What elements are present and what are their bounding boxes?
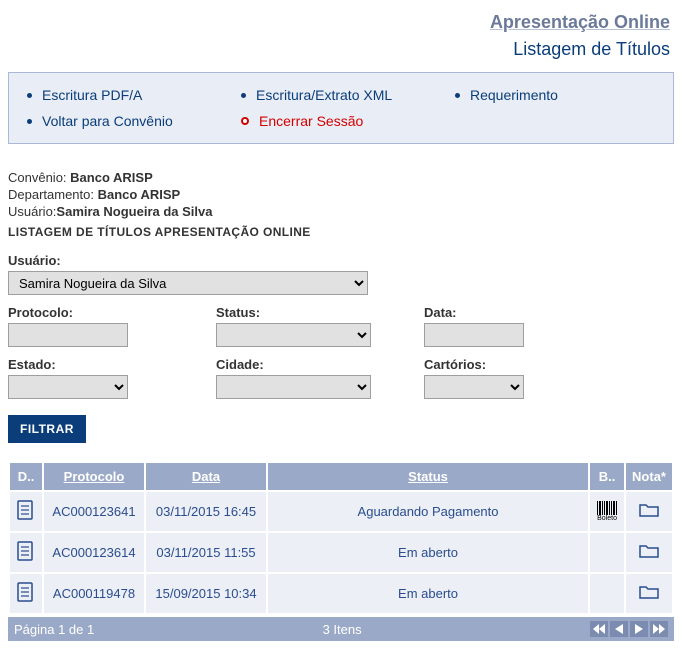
cidade-label: Cidade: <box>216 357 416 372</box>
usuario-label: Usuário: <box>8 253 416 268</box>
info-convenio: Convênio: Banco ARISP <box>8 170 674 185</box>
last-icon <box>653 624 665 634</box>
menu-item-requerimento[interactable]: Requerimento <box>455 87 659 103</box>
folder-icon[interactable] <box>639 584 659 600</box>
cell-data: 15/09/2015 10:34 <box>146 574 266 613</box>
col-data[interactable]: Data <box>146 463 266 490</box>
folder-icon[interactable] <box>639 502 659 518</box>
document-icon[interactable] <box>17 582 35 602</box>
pager-last-button[interactable] <box>650 621 668 637</box>
protocolo-input[interactable] <box>8 323 128 347</box>
menu-item-encerrar[interactable]: Encerrar Sessão <box>241 113 445 129</box>
estado-select[interactable] <box>8 375 128 399</box>
page-subtitle: Listagem de Títulos <box>8 39 670 60</box>
data-label: Data: <box>424 305 624 320</box>
label: Convênio: <box>8 170 70 185</box>
table-row: AC00012361403/11/2015 11:55Em aberto <box>10 533 672 572</box>
cell-data: 03/11/2015 16:45 <box>146 492 266 531</box>
prev-icon <box>615 624 623 634</box>
col-doc[interactable]: D.. <box>10 463 42 490</box>
cell-protocolo: AC000123614 <box>44 533 144 572</box>
status-select[interactable] <box>216 323 371 347</box>
estado-label: Estado: <box>8 357 208 372</box>
cartorios-label: Cartórios: <box>424 357 624 372</box>
pager-count-text: 3 Itens <box>323 622 362 637</box>
label: Departamento: <box>8 187 98 202</box>
protocolo-label: Protocolo: <box>8 305 208 320</box>
menu-item-voltar[interactable]: Voltar para Convênio <box>27 113 231 129</box>
results-table: D.. Protocolo Data Status B.. Nota* AC00… <box>8 461 674 615</box>
bullet-icon <box>455 93 460 98</box>
table-row: AC00012364103/11/2015 16:45Aguardando Pa… <box>10 492 672 531</box>
col-protocolo[interactable]: Protocolo <box>44 463 144 490</box>
menu-link[interactable]: Requerimento <box>470 87 558 103</box>
folder-icon[interactable] <box>639 543 659 559</box>
pager: Página 1 de 1 3 Itens <box>8 617 674 641</box>
status-label: Status: <box>216 305 416 320</box>
first-icon <box>593 624 605 634</box>
menu-link[interactable]: Escritura/Extrato XML <box>256 87 392 103</box>
boleto-label: Boleto <box>597 515 617 522</box>
value: Banco ARISP <box>70 170 153 185</box>
document-icon[interactable] <box>17 541 35 561</box>
cell-protocolo: AC000123641 <box>44 492 144 531</box>
pager-prev-button[interactable] <box>610 621 628 637</box>
bullet-icon <box>241 93 246 98</box>
col-nota[interactable]: Nota* <box>626 463 672 490</box>
filter-button[interactable]: FILTRAR <box>8 415 86 443</box>
main-menu: Escritura PDF/A Escritura/Extrato XML Re… <box>8 72 674 144</box>
cell-status: Em aberto <box>268 533 588 572</box>
value: Banco ARISP <box>98 187 181 202</box>
menu-item-escritura-xml[interactable]: Escritura/Extrato XML <box>241 87 445 103</box>
cartorios-select[interactable] <box>424 375 524 399</box>
bullet-icon <box>27 119 32 124</box>
filters: Usuário: Samira Nogueira da Silva Protoc… <box>8 253 674 399</box>
bullet-icon <box>27 93 32 98</box>
col-status[interactable]: Status <box>268 463 588 490</box>
boleto-icon[interactable]: Boleto <box>596 501 618 522</box>
cidade-select[interactable] <box>216 375 371 399</box>
page-title: Apresentação Online <box>8 12 670 33</box>
cell-status: Em aberto <box>268 574 588 613</box>
pager-page-text: Página 1 de 1 <box>14 622 94 637</box>
menu-link[interactable]: Encerrar Sessão <box>259 113 363 129</box>
value: Samira Nogueira da Silva <box>56 204 212 219</box>
next-icon <box>635 624 643 634</box>
info-departamento: Departamento: Banco ARISP <box>8 187 674 202</box>
info-usuario: Usuário:Samira Nogueira da Silva <box>8 204 674 219</box>
label: Usuário: <box>8 204 56 219</box>
menu-link[interactable]: Escritura PDF/A <box>42 87 142 103</box>
usuario-select[interactable]: Samira Nogueira da Silva <box>8 271 368 295</box>
col-boleto[interactable]: B.. <box>590 463 624 490</box>
cell-data: 03/11/2015 11:55 <box>146 533 266 572</box>
document-icon[interactable] <box>17 500 35 520</box>
menu-item-escritura-pdf[interactable]: Escritura PDF/A <box>27 87 231 103</box>
section-title: LISTAGEM DE TÍTULOS APRESENTAÇÃO ONLINE <box>8 225 674 239</box>
cell-status: Aguardando Pagamento <box>268 492 588 531</box>
table-row: AC00011947815/09/2015 10:34Em aberto <box>10 574 672 613</box>
data-input[interactable] <box>424 323 524 347</box>
cell-protocolo: AC000119478 <box>44 574 144 613</box>
menu-link[interactable]: Voltar para Convênio <box>42 113 173 129</box>
pager-first-button[interactable] <box>590 621 608 637</box>
close-circle-icon <box>241 117 249 125</box>
pager-next-button[interactable] <box>630 621 648 637</box>
